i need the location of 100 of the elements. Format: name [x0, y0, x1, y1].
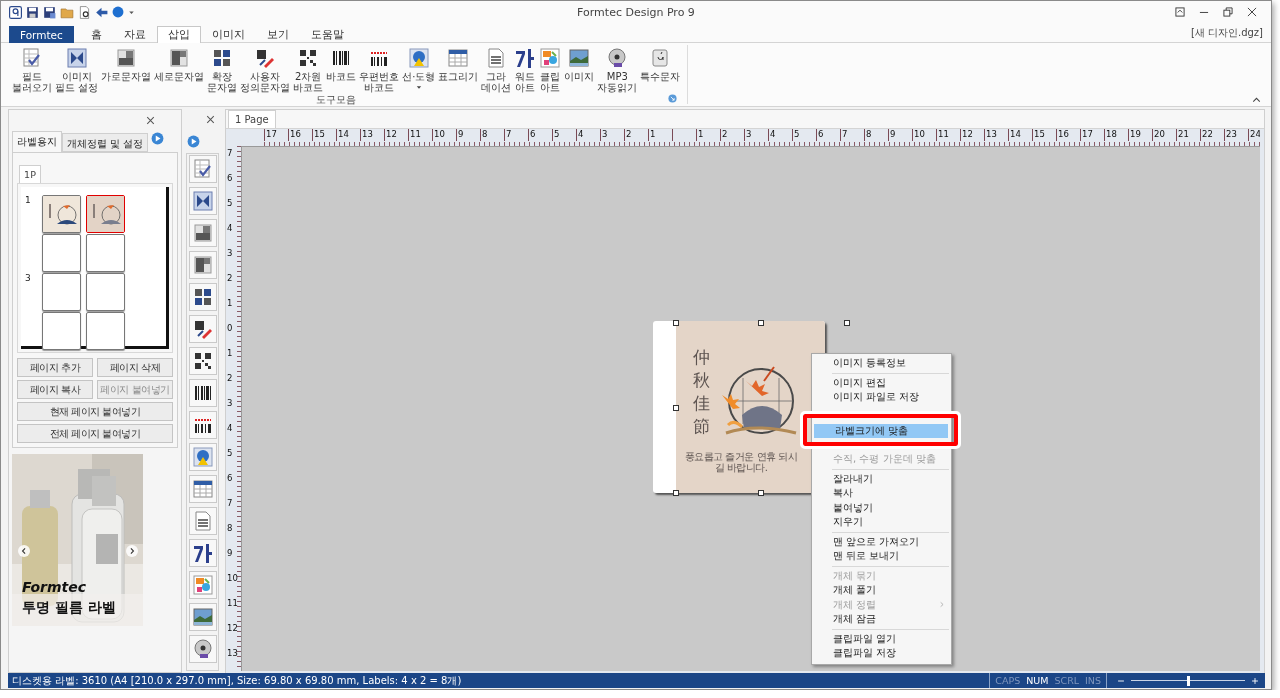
ribbon-button[interactable]: MP3 자동읽기 — [596, 45, 639, 93]
ribbon-button[interactable]: 그라 데이션 — [480, 45, 513, 93]
ribbon-button[interactable]: 이미지 필드 설정 — [54, 45, 100, 93]
menu-item[interactable]: 이미지 파일로 저장 — [812, 390, 951, 405]
play-icon — [151, 132, 165, 145]
menu-item[interactable]: 클립파일 저장 — [812, 646, 951, 661]
label-cell[interactable] — [86, 234, 125, 272]
file-tab[interactable]: Formtec — [9, 26, 74, 43]
tool-button[interactable] — [188, 347, 217, 375]
ribbon-button[interactable]: 필드 불러오기 — [11, 45, 53, 93]
text-block-icon — [191, 222, 214, 244]
tool-button[interactable] — [188, 411, 217, 439]
ribbon-button[interactable]: 세로문자열 — [153, 45, 206, 93]
key-indicator: SCRL — [1054, 675, 1080, 686]
label-cell[interactable] — [42, 273, 81, 311]
label-cell[interactable] — [42, 195, 81, 233]
tool-button[interactable] — [188, 155, 217, 183]
collapse-icon[interactable] — [1252, 96, 1261, 103]
menu-item[interactable]: 붙여넣기 — [812, 500, 951, 515]
menu-item[interactable]: 맨 앞으로 가져오기 — [812, 534, 951, 549]
butterfly-icon — [65, 47, 88, 69]
tool-button[interactable] — [188, 379, 217, 407]
ribbon-button[interactable]: 이미지 — [563, 45, 596, 93]
save-icon — [26, 5, 39, 19]
ribbon-button[interactable]: 확장 문자열 — [206, 45, 239, 93]
label-caption: 풍요롭고 즐거운 연휴 되시길 바랍니다. — [683, 451, 799, 473]
table-icon — [191, 478, 214, 500]
ribbon-tab[interactable]: 이미지 — [200, 26, 256, 43]
label-title: 仲秋佳節 — [693, 346, 710, 438]
word-art-icon — [514, 47, 537, 69]
menu-item[interactable]: 지우기 — [812, 515, 951, 530]
ribbon-button[interactable]: 사용자 정의문자열 — [239, 45, 292, 93]
app-logo-icon — [9, 5, 22, 19]
menu-item[interactable]: 이미지 등록정보 — [812, 356, 951, 371]
ribbon-tab[interactable]: 자료 — [112, 26, 157, 43]
chevron-left-icon — [20, 547, 28, 555]
ribbon-tab[interactable]: 홈 — [79, 26, 113, 43]
resize-handle[interactable] — [673, 320, 679, 326]
ribbon-button[interactable]: 2차원 바코드 — [292, 45, 325, 93]
ribbon-button[interactable]: 클립 아트 — [538, 45, 563, 93]
page-button[interactable]: 전체 페이지 붙여넣기 — [17, 424, 173, 443]
tool-button[interactable] — [188, 539, 217, 567]
label-cell[interactable] — [42, 234, 81, 272]
label-cell[interactable] — [86, 273, 125, 311]
ribbon-tab[interactable]: 보기 — [255, 26, 300, 43]
page-tab[interactable]: 1 Page — [228, 110, 276, 128]
ribbon-tab[interactable]: 삽입 — [156, 26, 201, 43]
resize-handle[interactable] — [673, 490, 679, 496]
resize-handle[interactable] — [758, 320, 764, 326]
panel-tab[interactable]: 개체정렬 및 설정 — [62, 133, 149, 152]
key-indicator: CAPS — [995, 675, 1021, 686]
resize-handle[interactable] — [758, 490, 764, 496]
tool-button[interactable] — [188, 635, 217, 663]
ribbon-button[interactable]: 특수문자 — [639, 45, 682, 93]
ribbon-button[interactable]: 바코드 — [325, 45, 358, 93]
text-block-icon — [115, 47, 138, 69]
page-button[interactable]: 페이지 추가 — [17, 358, 93, 377]
menu-item[interactable]: 클립파일 열기 — [812, 631, 951, 646]
label-cell[interactable] — [42, 312, 81, 350]
ribbon-tab[interactable]: 도움말 — [299, 26, 355, 43]
ribbon-button[interactable]: 표그리기 — [437, 45, 480, 93]
text-block-icon — [191, 254, 214, 276]
slider-thumb[interactable] — [1187, 675, 1190, 686]
page-button[interactable]: 페이지 삭제 — [97, 358, 173, 377]
menu-item[interactable]: 라벨크기에 맞춤 — [814, 423, 948, 438]
butterfly-icon — [191, 190, 214, 212]
chevron-right-icon — [128, 547, 136, 555]
restore-icon — [1223, 7, 1233, 17]
resize-handle[interactable] — [844, 320, 850, 326]
menu-item[interactable]: 이미지 편집 — [812, 375, 951, 390]
menu-item[interactable]: 복사 — [812, 486, 951, 501]
resize-handle[interactable] — [673, 405, 679, 411]
ribbon-button[interactable]: 선·도형 — [401, 45, 437, 93]
tool-button[interactable] — [188, 251, 217, 279]
dialog-launcher-icon[interactable] — [668, 94, 677, 103]
table-icon — [447, 47, 470, 69]
menu-item[interactable]: 개체 풀기 — [812, 583, 951, 598]
menu-item[interactable]: 잘라내기 — [812, 471, 951, 486]
tool-button[interactable] — [188, 315, 217, 343]
status-text: 디스켓용 라벨: 3610 (A4 [210.0 x 297.0 mm], Size: 69.80 x 69.80 mm, Labels: 4 x 2 = 8개) — [11, 673, 462, 688]
tool-button[interactable] — [188, 283, 217, 311]
label-cell[interactable] — [86, 312, 125, 350]
label-cell[interactable] — [86, 195, 125, 233]
menu-item[interactable]: 맨 뒤로 보내기 — [812, 549, 951, 564]
circle-icon — [112, 6, 124, 18]
page-button[interactable]: 현재 페이지 붙여넣기 — [17, 402, 173, 421]
tool-button[interactable] — [188, 475, 217, 503]
menu-item[interactable]: 개체 잠금 — [812, 612, 951, 627]
key-indicator: NUM — [1026, 675, 1049, 686]
ribbon-button[interactable]: 워드 아트 — [513, 45, 538, 93]
page-button[interactable]: 페이지 복사 — [17, 380, 93, 399]
page-tab[interactable]: 1P — [19, 165, 41, 183]
tool-button[interactable] — [188, 187, 217, 215]
document-name: [새 디자인.dgz] — [1190, 25, 1264, 40]
word-art-icon — [191, 542, 214, 564]
shape-icon — [191, 446, 214, 468]
panel-tab[interactable]: 라벨용지 — [12, 131, 62, 152]
ribbon-button[interactable]: 우편번호 바코드 — [358, 45, 401, 93]
ribbon-button[interactable]: 가로문자열 — [100, 45, 153, 93]
tool-button[interactable] — [188, 219, 217, 247]
